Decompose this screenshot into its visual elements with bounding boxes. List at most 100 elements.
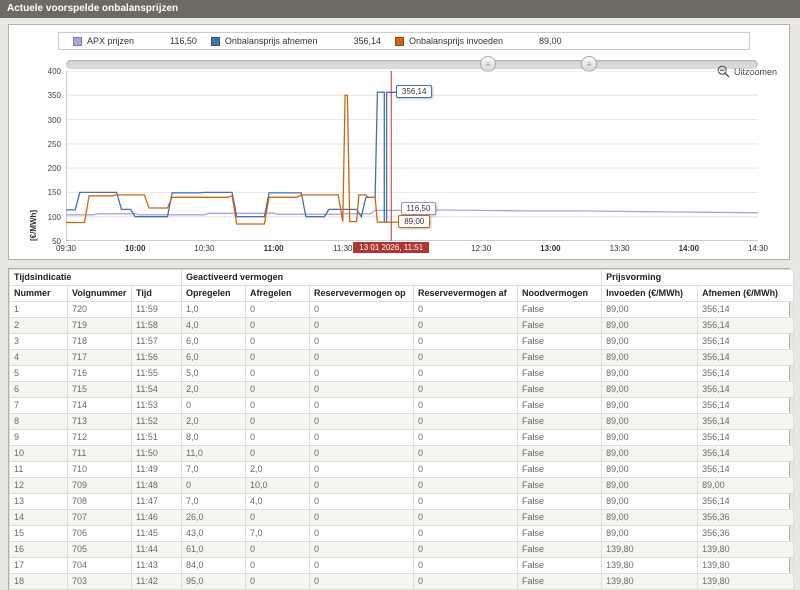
chart-annotation: 116,50 xyxy=(400,201,437,215)
chart-legend: APX prijzen 116,50 Onbalansprijs afnemen 35… xyxy=(58,32,750,50)
x-tick-label: 11:30 xyxy=(333,244,353,253)
table-cell: 0 xyxy=(245,413,311,430)
table-cell: 14 xyxy=(9,509,68,526)
table-cell: 0 xyxy=(413,557,519,574)
legend-label: APX prijzen xyxy=(87,36,135,46)
table-cell: 11:46 xyxy=(130,509,183,526)
table-cell: 0 xyxy=(309,477,415,494)
table-row[interactable]: 1 720 11:59 1,0 0 0 0 False 89,00 356,14 xyxy=(9,301,795,318)
table-cell: 0 xyxy=(245,381,311,398)
table-row[interactable]: 14 707 11:46 26,0 0 0 0 False 89,00 356,36 xyxy=(9,509,795,526)
table-cell: 11:43 xyxy=(130,557,183,574)
legend-item[interactable]: Onbalansprijs invoeden 89,00 xyxy=(394,36,562,46)
table-cell: 11:58 xyxy=(130,317,183,334)
table-cell: 9 xyxy=(9,429,68,446)
table-cell: 10 xyxy=(9,445,68,462)
table-cell: 89,00 xyxy=(601,381,699,398)
table-cell: 0 xyxy=(245,445,311,462)
table-cell: 0 xyxy=(413,541,519,558)
table-cell: 11:47 xyxy=(130,493,183,510)
table-cell: 720 xyxy=(67,301,132,318)
table-cell: 16 xyxy=(9,541,68,558)
range-handle-left[interactable]: ≡ xyxy=(480,56,497,72)
y-tick-label: 300 xyxy=(47,115,61,125)
table-cell: 11:55 xyxy=(130,365,183,382)
table-cell: 89,00 xyxy=(601,365,699,382)
y-tick-label: 50 xyxy=(52,237,61,246)
table-row[interactable]: 9 712 11:51 8,0 0 0 0 False 89,00 356,14 xyxy=(9,429,795,446)
table-group-header-row: Tijdsindicatie Geactiveerd vermogen Prijsv… xyxy=(8,269,795,286)
table-cell: 356,14 xyxy=(697,445,795,462)
table-cell: 11,0 xyxy=(181,445,247,462)
table-cell: 0 xyxy=(181,397,247,414)
table-cell: 11:54 xyxy=(130,381,183,398)
table-row[interactable]: 17 704 11:43 84,0 0 0 0 False 139,80 139,80 xyxy=(9,557,795,574)
table-cell: 6,0 xyxy=(181,349,247,366)
table-cell: 717 xyxy=(67,349,132,366)
table-cell: 0 xyxy=(309,381,415,398)
table-cell: 356,14 xyxy=(697,381,795,398)
table-cell: 2 xyxy=(9,317,68,334)
table-row[interactable]: 8 713 11:52 2,0 0 0 0 False 89,00 356,14 xyxy=(9,413,795,430)
table-cell: 356,14 xyxy=(697,429,795,446)
table-cell: 11:44 xyxy=(130,541,183,558)
table-cell: 8,0 xyxy=(181,429,247,446)
table-cell: 6,0 xyxy=(181,333,247,350)
table-cell: 718 xyxy=(67,333,132,350)
column-header: Afregelen xyxy=(245,285,311,302)
table-row[interactable]: 16 705 11:44 61,0 0 0 0 False 139,80 139,80 xyxy=(9,541,795,558)
column-header: Reservevermogen af xyxy=(413,285,519,302)
table-row[interactable]: 11 710 11:49 7,0 2,0 0 0 False 89,00 356,14 xyxy=(9,461,795,478)
table-cell: False xyxy=(517,573,603,590)
y-tick-label: 150 xyxy=(47,188,61,198)
imbalance-table: Tijdsindicatie Geactiveerd vermogen Prijsv… xyxy=(8,269,795,590)
legend-item[interactable]: Onbalansprijs afnemen 356,14 xyxy=(210,36,381,46)
table-cell: 0 xyxy=(245,349,311,366)
table-cell: 0 xyxy=(413,429,519,446)
table-cell: 11:51 xyxy=(130,429,183,446)
time-range-scrollbar[interactable]: ≡ ≡ xyxy=(66,56,758,72)
x-tick-label: 09:30 xyxy=(55,244,77,253)
table-row[interactable]: 2 719 11:58 4,0 0 0 0 False 89,00 356,14 xyxy=(9,317,795,334)
range-handle-right[interactable]: ≡ xyxy=(581,56,598,72)
chart-annotation: 356,14 xyxy=(395,85,433,99)
chart-panel: APX prijzen 116,50 Onbalansprijs afnemen 35… xyxy=(8,24,790,260)
table-cell: 139,80 xyxy=(601,573,699,590)
table-row[interactable]: 13 708 11:47 7,0 4,0 0 0 False 89,00 356,14 xyxy=(9,493,795,510)
table-cell: 356,14 xyxy=(697,317,795,334)
table-row[interactable]: 7 714 11:53 0 0 0 0 False 89,00 356,14 xyxy=(9,397,795,414)
table-cell: 0 xyxy=(413,525,519,542)
table-cell: 712 xyxy=(67,429,132,446)
y-tick-label: 350 xyxy=(47,91,61,101)
table-row[interactable]: 10 711 11:50 11,0 0 0 0 False 89,00 356,14 xyxy=(9,445,795,462)
table-cell: 89,00 xyxy=(601,413,699,430)
table-row[interactable]: 6 715 11:54 2,0 0 0 0 False 89,00 356,14 xyxy=(9,381,795,398)
table-cell: False xyxy=(517,477,603,494)
table-row[interactable]: 4 717 11:56 6,0 0 0 0 False 89,00 356,14 xyxy=(9,349,795,366)
table-cell: 11:50 xyxy=(130,445,183,462)
table-cell: 11:52 xyxy=(130,413,183,430)
table-cell: 0 xyxy=(245,573,311,590)
legend-value: 89,00 xyxy=(539,36,562,46)
table-cell: 11:56 xyxy=(130,349,183,366)
table-cell: 719 xyxy=(67,317,132,334)
table-row[interactable]: 3 718 11:57 6,0 0 0 0 False 89,00 356,14 xyxy=(9,333,795,350)
table-cell: 11:59 xyxy=(130,301,183,318)
table-cell: 89,00 xyxy=(697,477,795,494)
legend-item[interactable]: APX prijzen 116,50 xyxy=(73,36,197,46)
table-row[interactable]: 12 709 11:48 0 10,0 0 0 False 89,00 89,00 xyxy=(9,477,795,494)
chart-annotation: 89,00 xyxy=(398,215,431,229)
table-cell: 18 xyxy=(9,573,68,590)
table-row[interactable]: 15 706 11:45 43,0 7,0 0 0 False 89,00 356,36 xyxy=(9,525,795,542)
table-cell: 11:48 xyxy=(130,477,183,494)
table-row[interactable]: 5 716 11:55 5,0 0 0 0 False 89,00 356,14 xyxy=(9,365,795,382)
table-cell: 0 xyxy=(413,477,519,494)
table-cell: 0 xyxy=(245,365,311,382)
table-cell: 0 xyxy=(309,429,415,446)
table-cell: 707 xyxy=(67,509,132,526)
table-cell: False xyxy=(517,317,603,334)
table-cell: 8 xyxy=(9,413,68,430)
table-row[interactable]: 18 703 11:42 95,0 0 0 0 False 139,80 139,80 xyxy=(9,573,795,590)
table-cell: 10,0 xyxy=(245,477,311,494)
table-cell: 43,0 xyxy=(181,525,247,542)
